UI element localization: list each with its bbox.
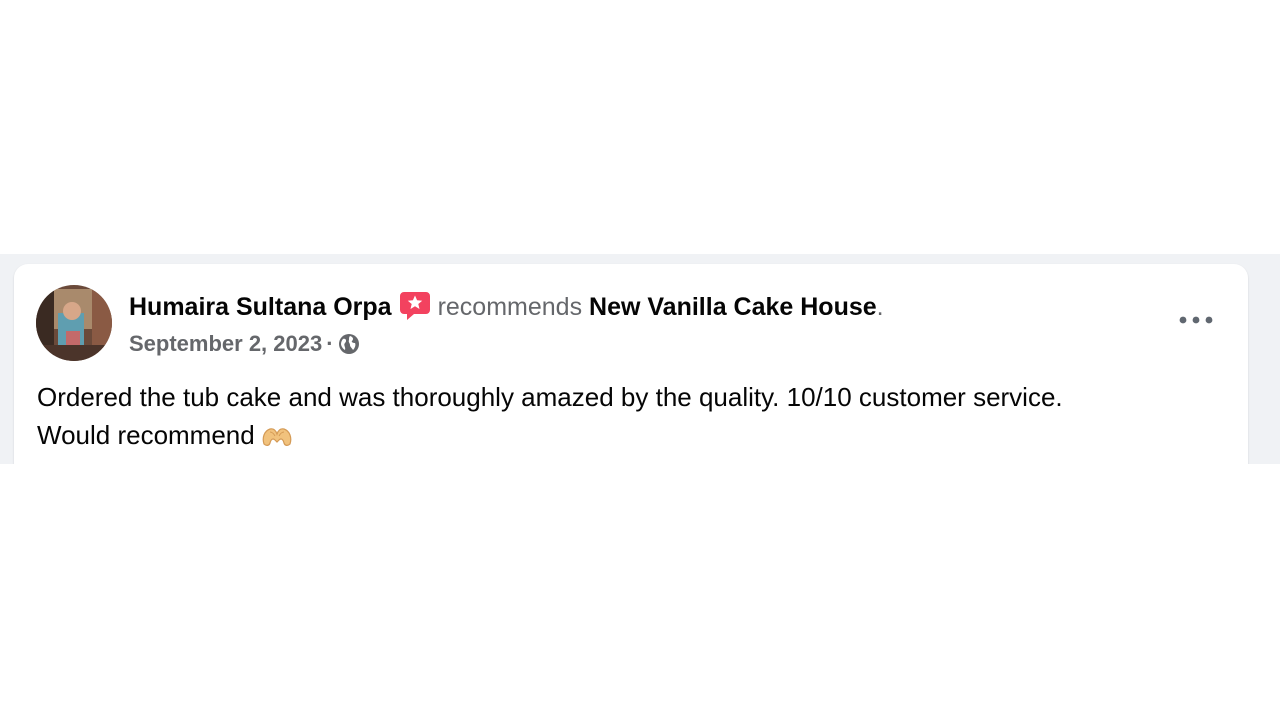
page-name-link[interactable]: New Vanilla Cake House	[589, 293, 877, 321]
post-date-link[interactable]: September 2, 2023	[129, 331, 322, 356]
author-avatar[interactable]	[36, 285, 112, 361]
author-name-link[interactable]: Humaira Sultana Orpa	[129, 293, 392, 321]
recommend-star-icon	[398, 288, 432, 322]
post-body-line-2: Would recommend	[37, 416, 1217, 454]
heart-hands-emoji	[261, 422, 293, 448]
meta-separator: ·	[326, 331, 334, 356]
feed-background: Humaira Sultana Orpa recommends New Vani…	[0, 254, 1280, 464]
globe-icon	[338, 333, 360, 355]
more-options-icon	[1179, 316, 1213, 324]
recommends-text: recommends	[437, 293, 583, 321]
post-body-line-1: Ordered the tub cake and was thoroughly …	[37, 382, 1063, 412]
post-header: Humaira Sultana Orpa recommends New Vani…	[129, 288, 884, 323]
header-period: .	[876, 293, 884, 321]
review-post-card: Humaira Sultana Orpa recommends New Vani…	[14, 264, 1248, 464]
more-options-button[interactable]	[1176, 304, 1216, 336]
post-body: Ordered the tub cake and was thoroughly …	[37, 378, 1217, 454]
post-body-line-2-text: Would recommend	[37, 420, 255, 450]
post-meta: September 2, 2023 ·	[129, 330, 360, 358]
